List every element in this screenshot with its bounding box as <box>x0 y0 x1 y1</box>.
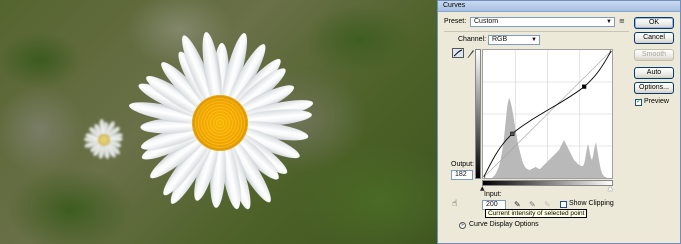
curves-dialog: Curves Preset: Custom ▼ ≡ Channel: RGB ▼… <box>437 0 681 244</box>
smooth-button: Smooth <box>634 49 674 61</box>
curve-point <box>510 131 515 136</box>
curve-edit-icon[interactable] <box>452 48 464 58</box>
curve-point <box>582 84 587 89</box>
output-gradient-bar <box>475 49 481 179</box>
channel-value: RGB <box>492 36 508 43</box>
curve-point <box>609 50 612 53</box>
divider <box>444 31 629 32</box>
preset-select[interactable]: Custom ▼ <box>470 17 615 27</box>
white-slider-icon[interactable]: ▲ <box>608 184 613 193</box>
curve-display-options-label[interactable]: Curve Display Options <box>469 221 539 228</box>
channel-label: Channel: <box>458 36 487 43</box>
on-image-adjust-icon[interactable]: ☝ <box>452 200 457 209</box>
output-label: Output: <box>451 161 474 168</box>
show-clipping-label: Show Clipping <box>569 200 614 207</box>
channel-select[interactable]: RGB ▼ <box>488 35 540 45</box>
show-clipping-checkbox[interactable] <box>560 201 567 208</box>
input-gradient-bar <box>482 180 613 186</box>
dialog-title: Curves <box>443 2 466 9</box>
flower-center <box>98 134 110 146</box>
preview-checkbox[interactable] <box>635 97 642 106</box>
chevron-down-icon: ▼ <box>531 37 537 43</box>
flower-center <box>192 95 248 151</box>
ok-button[interactable]: OK <box>634 17 674 29</box>
pencil-icon[interactable] <box>466 48 475 58</box>
white-eyedropper-icon[interactable]: ✎ <box>544 200 551 209</box>
curve-graph[interactable] <box>482 49 613 179</box>
output-field[interactable]: 182 <box>451 170 473 180</box>
gray-eyedropper-icon[interactable]: ✎ <box>529 200 536 209</box>
curve-point <box>483 175 486 178</box>
dialog-title-bar: Curves <box>438 1 680 12</box>
preset-value: Custom <box>474 18 499 25</box>
input-label: Input: <box>484 191 502 198</box>
auto-button[interactable]: Auto <box>634 67 674 79</box>
black-eyedropper-icon[interactable]: ✎ <box>514 200 521 209</box>
preset-label: Preset: <box>444 18 467 25</box>
photo-canvas <box>0 0 437 244</box>
expand-chevron-icon[interactable]: » <box>459 222 466 229</box>
chevron-down-icon: ▼ <box>606 19 612 25</box>
preset-options-icon[interactable]: ≡ <box>619 17 625 26</box>
tooltip: Current intensity of selected point <box>485 209 588 218</box>
cancel-button[interactable]: Cancel <box>634 32 674 44</box>
preview-label: Preview <box>644 98 669 105</box>
curve-graph-svg <box>483 50 612 178</box>
options-button[interactable]: Options... <box>634 82 674 94</box>
